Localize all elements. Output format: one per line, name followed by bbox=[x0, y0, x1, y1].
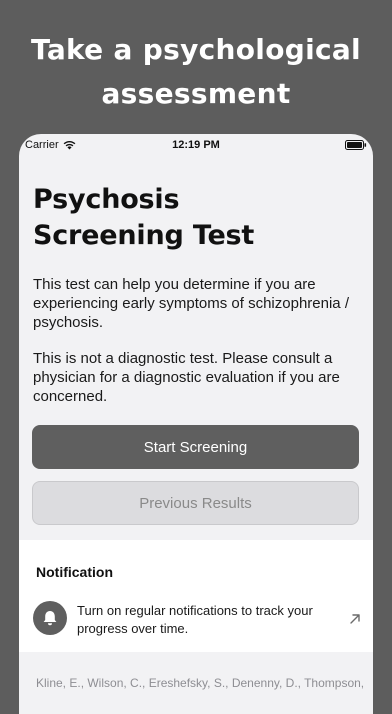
battery-icon bbox=[345, 140, 367, 150]
arrow-up-right-icon[interactable] bbox=[349, 613, 361, 625]
notification-toggle-text[interactable]: Turn on regular notifications to track y… bbox=[77, 602, 339, 638]
start-screening-label: Start Screening bbox=[143, 438, 248, 456]
disclaimer-text: This is not a diagnostic test. Please co… bbox=[33, 350, 340, 405]
previous-results-button[interactable]: Previous Results bbox=[32, 481, 359, 525]
status-time: 12:19 PM bbox=[172, 139, 220, 151]
start-screening-button[interactable]: Start Screening bbox=[32, 425, 359, 469]
page-title: Psychosis Screening Test bbox=[33, 184, 255, 251]
phone-screen: Carrier 12:19 PM Psychosis Screening Tes… bbox=[19, 134, 373, 714]
status-bar: Carrier 12:19 PM bbox=[19, 134, 373, 156]
previous-results-label: Previous Results bbox=[139, 494, 252, 512]
promo-headline-line-1: Take a psychological bbox=[31, 33, 361, 66]
notification-section-title: Notification bbox=[36, 564, 113, 580]
promo-headline: Take a psychological assessment bbox=[0, 28, 392, 116]
notification-card: Notification Turn on regular notificatio… bbox=[19, 540, 373, 652]
citation-text: Kline, E., Wilson, C., Ereshefsky, S., D… bbox=[36, 676, 365, 690]
description-text: This test can help you determine if you … bbox=[33, 276, 349, 331]
promo-headline-line-2: assessment bbox=[101, 77, 291, 110]
bell-icon bbox=[33, 601, 67, 635]
